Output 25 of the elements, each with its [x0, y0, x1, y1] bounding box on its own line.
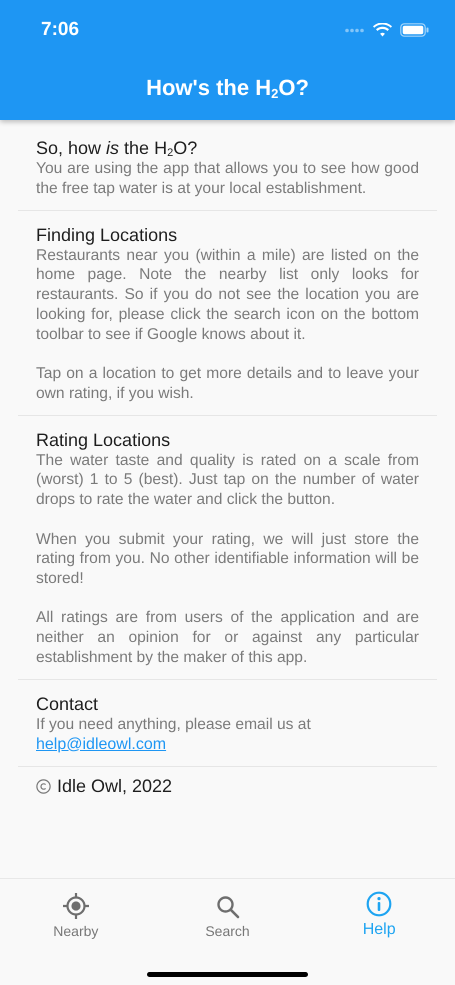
section-text: When you submit your rating, we will just store the rating from you. No other identifiable information will be stored!	[36, 530, 419, 589]
tab-item[interactable]: Help	[303, 889, 455, 941]
crosshair-icon	[62, 893, 89, 919]
tab-item[interactable]: Search	[152, 889, 304, 941]
search-icon	[216, 895, 240, 919]
section-text: Tap on a location to get more details and to leave your own rating, if you wish.	[36, 364, 419, 404]
section-title: Rating Locations	[36, 428, 172, 451]
section-text: You are using the app that allows you to see how good the free tap water is at your local establishment.	[36, 159, 419, 199]
section-text: All ratings are from users of the application and are neither an opinion for or against any particular establishment by the maker of this app.	[36, 608, 419, 668]
section-title: Contact	[36, 692, 100, 715]
email-link[interactable]: help@idleowl.com	[36, 736, 166, 753]
battery-icon	[400, 23, 429, 37]
tab-item[interactable]: Nearby	[0, 889, 152, 941]
copyright-text: Idle Owl, 2022	[57, 776, 172, 797]
signal-icon	[345, 28, 365, 32]
section-text: If you need anything, please email us at	[36, 714, 312, 735]
info-icon	[366, 891, 392, 917]
status-time: 7:06	[41, 19, 80, 41]
app-title: How's the H$_{2}$O?	[146, 75, 309, 101]
section-title: So, how is the H$_{2}$O?	[36, 137, 198, 159]
section-text: Restaurants near you (within a mile) are listed on the home page. Note the nearby list only looks for restaurants. So if you do not see the location you are looking for, please click the search icon on the bottom toolbar to see if Google knows about it.	[36, 246, 419, 345]
section-text: The water taste and quality is rated on a scale from (worst) 1 to 5 (best). Just tap on the number of water drops to rate the water and click the button.	[36, 450, 419, 510]
section-title: Finding Locations	[36, 224, 178, 246]
copyright-icon	[36, 778, 51, 794]
wifi-icon	[373, 23, 392, 37]
